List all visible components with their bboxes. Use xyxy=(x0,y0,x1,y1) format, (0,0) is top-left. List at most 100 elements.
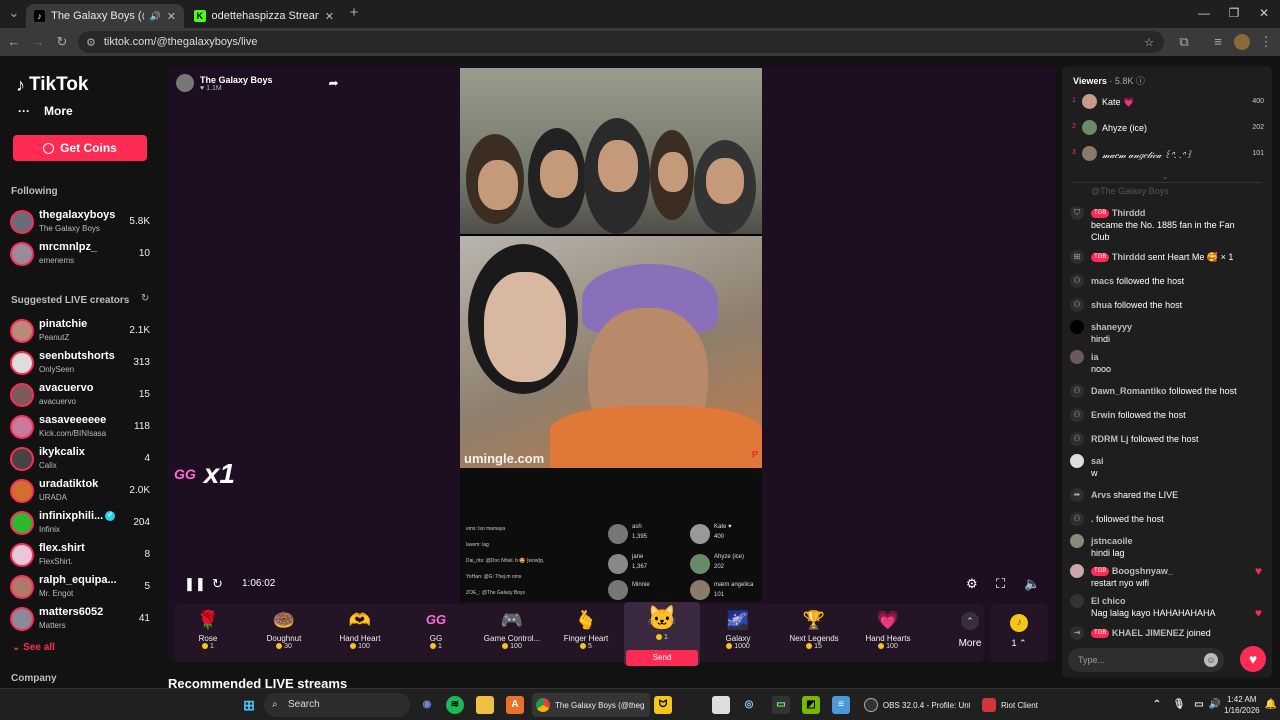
terminal-icon[interactable]: ▭ xyxy=(772,696,790,714)
chevron-down-icon[interactable]: ⌄ xyxy=(1162,172,1169,181)
suggested-item[interactable]: seenbutshorts OnlySeen 313 xyxy=(10,349,150,377)
nvidia-icon[interactable]: ◩ xyxy=(802,696,820,714)
taskbar-app-chrome[interactable]: The Galaxy Boys (@theg xyxy=(532,693,650,717)
taskbar-app-riot[interactable]: Riot Client xyxy=(978,693,1048,717)
suggested-item[interactable]: ikykcalix Calix 4 xyxy=(10,445,150,473)
chat-username[interactable]: Dawn_Romantiko xyxy=(1091,386,1167,396)
chat-username[interactable]: Thirddd xyxy=(1112,208,1146,218)
fullscreen-icon[interactable]: ⛶ xyxy=(996,576,1005,592)
taskbar-search[interactable]: ⌕ Search xyxy=(264,693,410,717)
gift-galaxy[interactable]: 🌌 Galaxy 1000 xyxy=(700,608,776,660)
video-frame[interactable]: umingle.com ᴾ ems: lso mamaya lavem: lag… xyxy=(460,68,762,602)
chat-username[interactable]: El chico xyxy=(1091,596,1126,606)
settings-icon[interactable]: ⚙ xyxy=(966,576,978,592)
more-menu[interactable]: ··· More xyxy=(18,104,73,118)
taskbar-app-obs[interactable]: OBS 32.0.4 - Profile: Unt xyxy=(860,693,974,717)
emoji-icon[interactable]: ☺ xyxy=(1204,653,1218,667)
close-tab-icon[interactable]: ✕ xyxy=(325,10,334,23)
share-icon[interactable]: ➦ xyxy=(329,76,339,90)
chat-username[interactable]: RDRM Lj xyxy=(1091,434,1129,444)
send-gift-button[interactable]: Send xyxy=(626,650,698,666)
bookmark-star-icon[interactable]: ☆ xyxy=(1144,36,1154,49)
steam-icon[interactable]: ◎ xyxy=(740,696,758,714)
reload-icon[interactable]: ↻ xyxy=(54,34,70,50)
see-all-link[interactable]: ⌄ See all xyxy=(12,642,55,653)
suggested-item[interactable]: uradatiktok URADA 2.0K xyxy=(10,477,150,505)
taskbar-clock[interactable]: 1:42 AM 1/16/2026 xyxy=(1224,694,1260,716)
suggested-item[interactable]: avacuervo avacuervo 15 xyxy=(10,381,150,409)
pause-icon[interactable]: ❚❚ xyxy=(184,576,206,592)
gift-game-controller[interactable]: 🎮 Game Control... 100 xyxy=(474,608,550,660)
chat-username[interactable]: Boogshnyaw_ xyxy=(1112,566,1173,576)
file-explorer-icon[interactable] xyxy=(476,696,494,714)
chat-username[interactable]: jstncaoile xyxy=(1091,536,1133,546)
discord-icon[interactable]: ◉ xyxy=(418,696,436,714)
app-icon[interactable]: A xyxy=(506,696,524,714)
send-heart-button[interactable]: ♥ xyxy=(1240,646,1266,672)
forward-icon[interactable]: → xyxy=(30,34,46,50)
coin-balance-button[interactable]: ♪ 1 ⌃ xyxy=(990,604,1048,662)
refresh-icon[interactable]: ↻ xyxy=(212,576,223,592)
following-item[interactable]: thegalaxyboys The Galaxy Boys 5.8K xyxy=(10,208,150,236)
close-window-icon[interactable]: ✕ xyxy=(1256,6,1272,22)
back-icon[interactable]: ← xyxy=(6,34,22,50)
windows-start-icon[interactable]: ⊞ xyxy=(240,696,258,714)
notifications-icon[interactable]: 🔔 xyxy=(1262,696,1280,714)
tiktok-logo[interactable]: ♪ TikTok xyxy=(16,74,88,96)
microphone-icon[interactable]: 🎙 xyxy=(1170,696,1188,714)
gift-rose[interactable]: 🌹 Rose 1 xyxy=(170,608,246,660)
following-item[interactable]: mrcmnlpz_ emenems 10 xyxy=(10,240,150,268)
top-viewer-row[interactable]: 2 Ahyze (ice) 202 xyxy=(1072,118,1264,138)
new-tab-icon[interactable]: + xyxy=(346,5,362,21)
chat-username[interactable]: shaneyyy xyxy=(1091,322,1132,332)
gift-hand-hearts[interactable]: 💗 Hand Hearts 100 xyxy=(850,608,926,660)
live-stream-player[interactable]: The Galaxy Boys ♥ 1.1M ➦ umingle.com ᴾ e… xyxy=(168,66,1056,662)
notepad-icon[interactable] xyxy=(712,696,730,714)
volume-icon[interactable]: 🔈 xyxy=(1024,576,1040,592)
suggested-item[interactable]: ralph_equipa... Mr. Engot 5 xyxy=(10,573,150,601)
refresh-icon[interactable]: ↻ xyxy=(141,293,149,304)
host-name[interactable]: The Galaxy Boys xyxy=(200,75,273,85)
url-input[interactable]: ⚙ tiktok.com/@thegalaxyboys/live ☆ xyxy=(78,31,1164,53)
tab-active[interactable]: ♪ The Galaxy Boys (@thegala 🔊 ✕ xyxy=(26,4,184,28)
maximize-icon[interactable]: ❐ xyxy=(1226,6,1242,22)
gift-selected[interactable]: 🐱 1 Send xyxy=(624,602,700,666)
gift-hand-heart[interactable]: 🫶 Hand Heart 100 xyxy=(322,608,398,660)
suggested-item[interactable]: pinatchie PeanutZ 2.1K xyxy=(10,317,150,345)
notes-icon[interactable]: ≡ xyxy=(832,696,850,714)
chat-username[interactable]: sai xyxy=(1091,456,1104,466)
gift-next-legends[interactable]: 🏆 Next Legends 15 xyxy=(776,608,852,660)
tab-search-icon[interactable]: ⌄ xyxy=(6,5,22,21)
close-tab-icon[interactable]: ✕ xyxy=(167,10,176,23)
company-heading[interactable]: Company xyxy=(11,673,57,684)
top-viewer-row[interactable]: 1 Kate 💗 400 xyxy=(1072,92,1264,112)
minimize-icon[interactable]: — xyxy=(1196,6,1212,22)
chat-username[interactable]: Arvs xyxy=(1091,490,1111,500)
suggested-item[interactable]: infinixphili... ✓ Infinix 204 xyxy=(10,509,150,537)
gift-gg[interactable]: GG GG 1 xyxy=(398,608,474,660)
extensions-icon[interactable]: ⧉ xyxy=(1176,34,1192,50)
speaker-icon[interactable]: 🔊 xyxy=(1206,696,1224,714)
profile-avatar[interactable] xyxy=(1234,34,1250,50)
host-info[interactable]: The Galaxy Boys ♥ 1.1M ➦ xyxy=(176,74,339,92)
get-coins-button[interactable]: Get Coins xyxy=(13,135,147,161)
browser-menu-icon[interactable]: ⋮ xyxy=(1258,34,1274,50)
spotify-icon[interactable]: ≋ xyxy=(446,696,464,714)
media-controls-icon[interactable]: ≡ xyxy=(1210,34,1226,50)
chat-input[interactable]: Type... ☺ xyxy=(1068,648,1224,672)
host-avatar[interactable] xyxy=(176,74,194,92)
gift-finger-heart[interactable]: 🫰 Finger Heart 5 xyxy=(548,608,624,660)
chat-username[interactable]: shua xyxy=(1091,300,1112,310)
chat-username[interactable]: . xyxy=(1091,514,1094,524)
site-info-icon[interactable]: ⚙ xyxy=(86,36,96,49)
top-viewer-row[interactable]: 3 𝓂𝒶𝑒𝓂 𝒶𝓃𝑔𝑒𝓁𝒾𝒸𝒶 ꒰ᐢ. .ᐢ꒱ 101 xyxy=(1072,144,1264,164)
chat-username[interactable]: KHAEL JIMENEZ xyxy=(1112,628,1184,638)
tab-inactive[interactable]: K odettehaspizza Stream - Watch ✕ xyxy=(186,4,342,28)
info-icon[interactable]: ⓘ xyxy=(1136,76,1145,86)
viewers-heading[interactable]: Viewers · 5.8K ⓘ xyxy=(1073,74,1145,87)
cat-app-icon[interactable]: ᗢ xyxy=(654,696,672,714)
chat-username[interactable]: Erwin xyxy=(1091,410,1116,420)
suggested-item[interactable]: flex.shirt FlexShirt. 8 xyxy=(10,541,150,569)
chevron-up-icon[interactable]: ⌃ xyxy=(1148,696,1166,714)
chat-username[interactable]: macs xyxy=(1091,276,1114,286)
